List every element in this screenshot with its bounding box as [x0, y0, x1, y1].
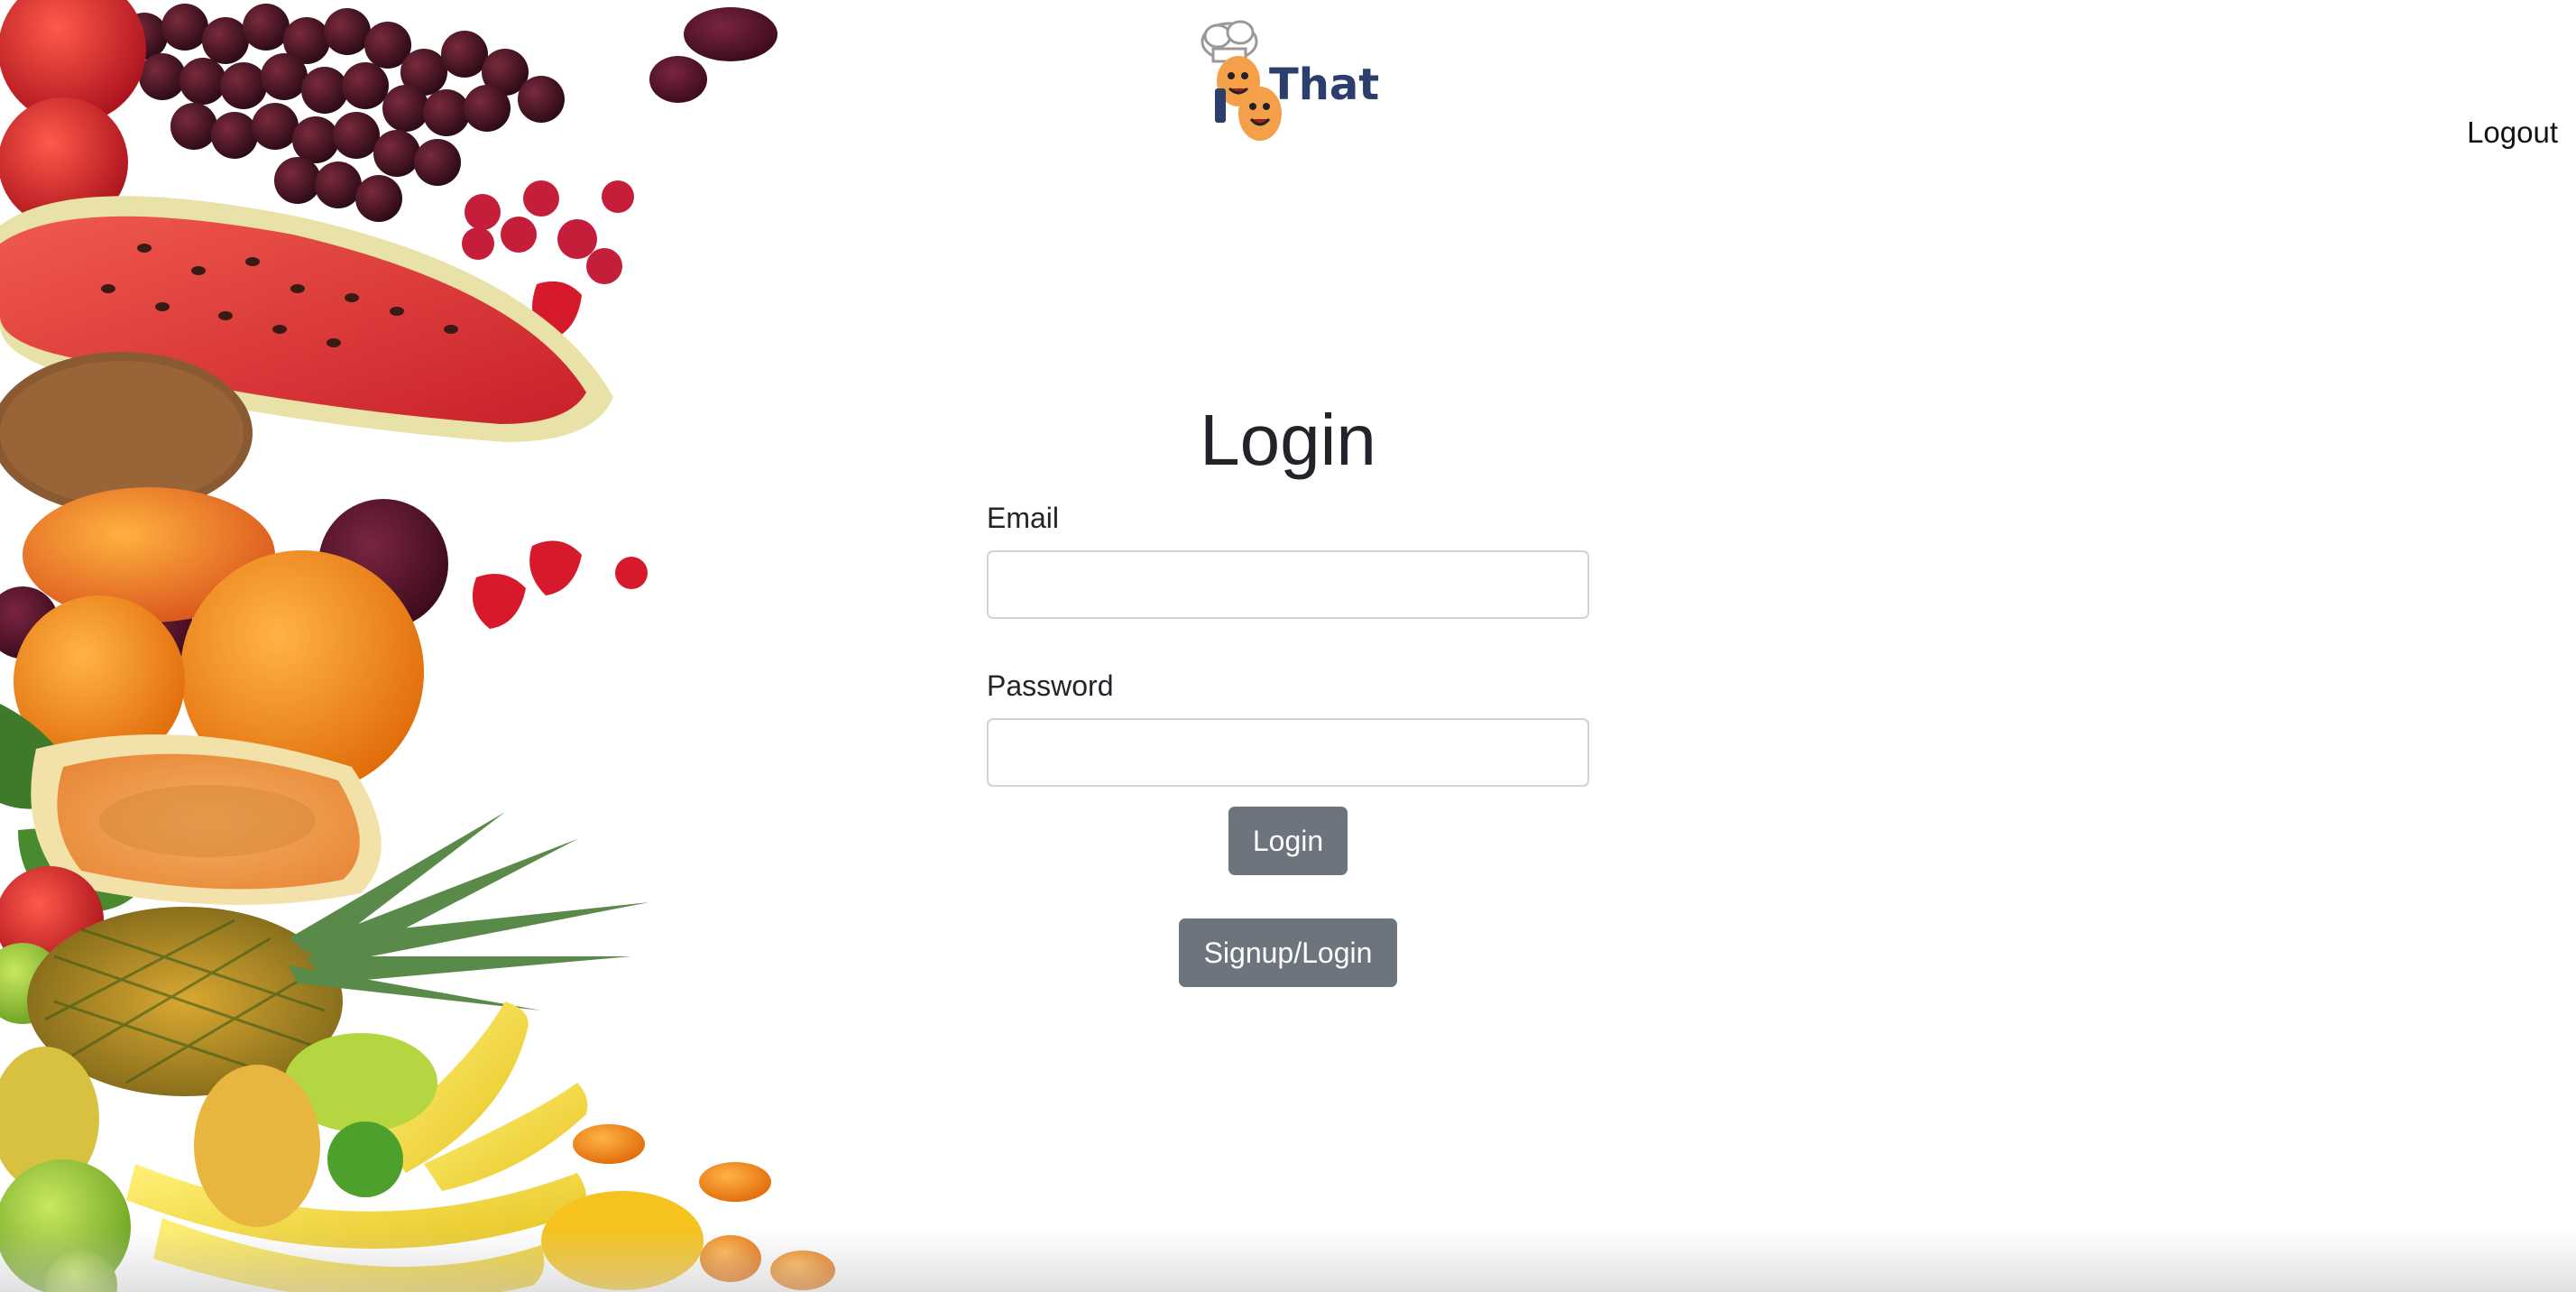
password-label: Password [987, 669, 1114, 702]
login-form: Email Password [987, 498, 1589, 787]
login-button[interactable]: Login [1228, 807, 1348, 875]
field-spacer [987, 619, 1589, 666]
login-page: That Logout Login Email Password Login S… [0, 0, 2576, 1292]
fruit-background-image [0, 0, 835, 1292]
bottom-shadow [0, 1229, 2576, 1292]
page-title: Login [1200, 400, 1376, 480]
password-field[interactable] [987, 718, 1589, 787]
email-label: Email [987, 502, 1060, 534]
signup-login-button[interactable]: Signup/Login [1179, 918, 1397, 987]
logo-text: That [1269, 60, 1379, 110]
logout-link[interactable]: Logout [2467, 115, 2558, 150]
email-field[interactable] [987, 550, 1589, 619]
app-logo-icon[interactable]: That [1195, 16, 1380, 147]
